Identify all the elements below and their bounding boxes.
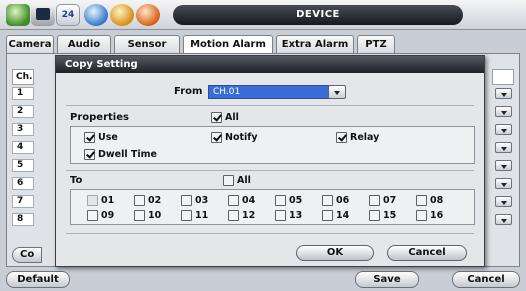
- notify-label: Notify: [225, 132, 258, 143]
- save-button[interactable]: Save: [355, 271, 419, 288]
- channel-label: 14: [336, 210, 350, 221]
- to-label: To: [70, 175, 83, 186]
- utility-icon[interactable]: [136, 4, 160, 26]
- channel-checkbox-12[interactable]: [228, 210, 239, 221]
- top-toolbar: 24 DEVICE: [0, 0, 526, 30]
- network-icon[interactable]: [84, 4, 108, 26]
- default-button[interactable]: Default: [6, 271, 70, 288]
- notify-checkbox[interactable]: [211, 132, 222, 143]
- chevron-down-icon[interactable]: [495, 106, 512, 117]
- channel-label: 09: [101, 210, 115, 221]
- chevron-down-icon[interactable]: [495, 196, 512, 207]
- tab-audio[interactable]: Audio: [57, 35, 111, 53]
- channel-label: 13: [289, 210, 303, 221]
- chevron-down-icon[interactable]: [495, 178, 512, 189]
- channel-label: 12: [242, 210, 256, 221]
- column-header: [492, 69, 514, 85]
- channel-row: 6: [12, 177, 34, 190]
- channel-row: 3: [12, 123, 34, 136]
- relay-label: Relay: [350, 132, 380, 143]
- dwell-time-checkbox[interactable]: [84, 149, 95, 160]
- from-select[interactable]: CH.01: [208, 85, 330, 99]
- channel-checkbox-06[interactable]: [322, 195, 333, 206]
- dialog-cancel-button[interactable]: Cancel: [387, 245, 467, 261]
- to-all-label: All: [237, 175, 251, 186]
- channel-row: 7: [12, 195, 34, 208]
- properties-all-checkbox[interactable]: [211, 112, 222, 123]
- to-channels-group: 01 02 03 04 05 06 07 08 09 10 11 12 13 1…: [70, 189, 475, 225]
- to-all-checkbox[interactable]: [223, 175, 234, 186]
- tab-ptz[interactable]: PTZ: [357, 35, 395, 53]
- channel-row: 4: [12, 141, 34, 154]
- channel-row: 5: [12, 159, 34, 172]
- chevron-down-icon[interactable]: [495, 142, 512, 153]
- channel-row: 1: [12, 87, 34, 100]
- channel-checkbox-14[interactable]: [322, 210, 333, 221]
- channel-checkbox-09[interactable]: [87, 210, 98, 221]
- divider: [66, 170, 474, 171]
- relay-checkbox[interactable]: [336, 132, 347, 143]
- channel-column-header: Ch.: [12, 69, 34, 85]
- chevron-down-icon[interactable]: [328, 85, 346, 99]
- properties-group: Use Notify Relay Dwell Time: [70, 126, 475, 164]
- channel-label: 07: [383, 195, 397, 206]
- channel-checkbox-02[interactable]: [134, 195, 145, 206]
- channel-label: 06: [336, 195, 350, 206]
- chevron-down-icon[interactable]: [495, 160, 512, 171]
- from-label: From: [174, 86, 203, 97]
- copy-setting-dialog: Copy Setting From CH.01 Properties All U…: [55, 55, 485, 267]
- channel-label: 03: [195, 195, 209, 206]
- channel-checkbox-04[interactable]: [228, 195, 239, 206]
- channel-label: 04: [242, 195, 256, 206]
- use-label: Use: [98, 132, 118, 143]
- channel-label: 15: [383, 210, 397, 221]
- channel-checkbox-15[interactable]: [369, 210, 380, 221]
- channel-checkbox-03[interactable]: [181, 195, 192, 206]
- chevron-down-icon[interactable]: [495, 88, 512, 99]
- chevron-down-icon[interactable]: [495, 214, 512, 225]
- channel-checkbox-10[interactable]: [134, 210, 145, 221]
- date-icon[interactable]: 24: [56, 4, 80, 26]
- tab-extra-alarm[interactable]: Extra Alarm: [276, 35, 354, 53]
- divider: [66, 233, 474, 234]
- channel-label: 11: [195, 210, 209, 221]
- channel-label: 16: [430, 210, 444, 221]
- channel-row: 2: [12, 105, 34, 118]
- channel-checkbox-13[interactable]: [275, 210, 286, 221]
- channel-label: 05: [289, 195, 303, 206]
- properties-all-label: All: [225, 112, 239, 123]
- channel-label: 02: [148, 195, 162, 206]
- channel-checkbox-01[interactable]: [87, 195, 98, 206]
- window-title: DEVICE: [173, 5, 463, 25]
- channel-checkbox-07[interactable]: [369, 195, 380, 206]
- chevron-down-icon[interactable]: [495, 124, 512, 135]
- channel-checkbox-08[interactable]: [416, 195, 427, 206]
- channel-checkbox-16[interactable]: [416, 210, 427, 221]
- use-checkbox[interactable]: [84, 132, 95, 143]
- tab-sensor[interactable]: Sensor: [114, 35, 180, 53]
- device-icon[interactable]: [110, 4, 134, 26]
- channel-checkbox-11[interactable]: [181, 210, 192, 221]
- channel-checkbox-05[interactable]: [275, 195, 286, 206]
- dwell-time-label: Dwell Time: [98, 149, 158, 160]
- cancel-button[interactable]: Cancel: [452, 271, 520, 288]
- monitor-icon[interactable]: [31, 4, 55, 26]
- channel-label: 10: [148, 210, 162, 221]
- ok-button[interactable]: OK: [296, 245, 374, 261]
- channel-label: 01: [101, 195, 115, 206]
- dialog-title: Copy Setting: [56, 56, 484, 73]
- tab-camera[interactable]: Camera: [6, 35, 54, 53]
- channel-label: 08: [430, 195, 444, 206]
- channel-row: 8: [12, 213, 34, 226]
- copy-button[interactable]: Co: [12, 247, 42, 263]
- divider: [66, 105, 474, 106]
- camera-icon[interactable]: [6, 4, 30, 26]
- tab-motion-alarm[interactable]: Motion Alarm: [183, 35, 273, 53]
- properties-label: Properties: [70, 112, 129, 123]
